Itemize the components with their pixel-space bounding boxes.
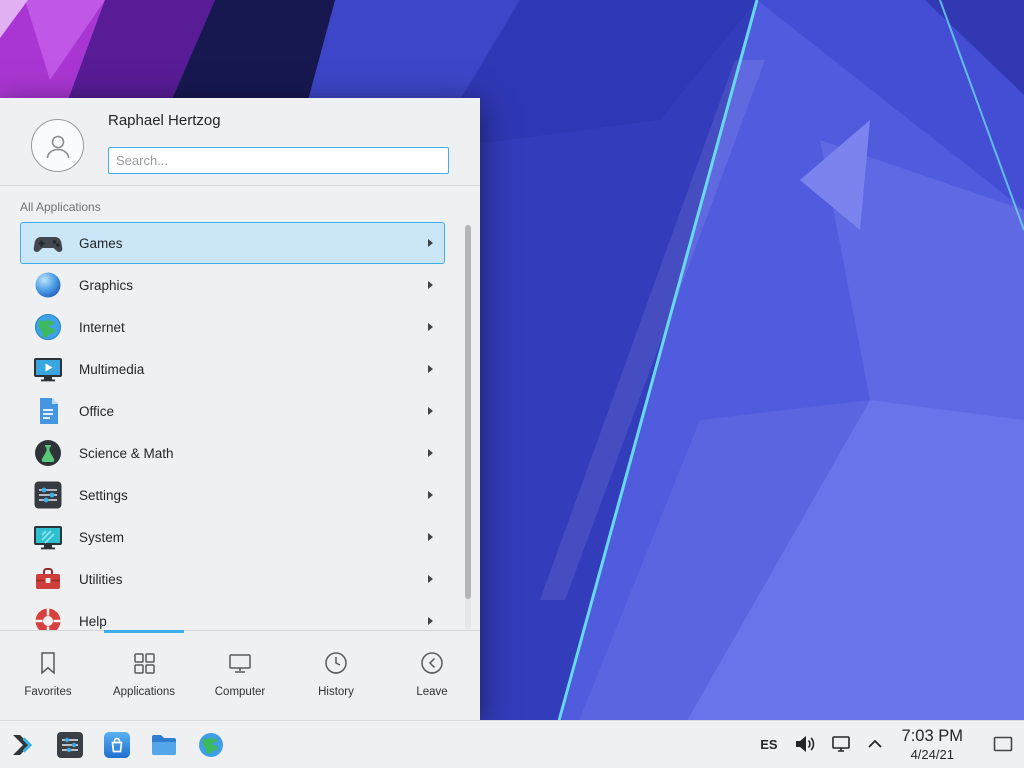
taskbar: ES 7:03 PM 4/24/21: [0, 720, 1024, 768]
sphere-icon: [32, 269, 64, 301]
digital-clock[interactable]: 7:03 PM 4/24/21: [902, 727, 963, 762]
media-screen-icon: [32, 353, 64, 385]
taskbar-left: [6, 728, 228, 762]
flask-icon: [32, 437, 64, 469]
category-multimedia[interactable]: Multimedia: [20, 348, 445, 390]
category-label: Internet: [79, 320, 125, 335]
tab-computer[interactable]: Computer: [192, 631, 288, 720]
clock-time: 7:03 PM: [902, 727, 963, 746]
clock-date: 4/24/21: [902, 747, 963, 762]
user-icon: [43, 131, 73, 161]
application-launcher-menu: Raphael Hertzog All Applications Games G…: [0, 98, 480, 720]
toolbox-icon: [32, 563, 64, 595]
tab-history[interactable]: History: [288, 631, 384, 720]
tab-favorites[interactable]: Favorites: [0, 631, 96, 720]
category-list: Games Graphics Internet: [20, 222, 445, 630]
category-office[interactable]: Office: [20, 390, 445, 432]
tab-label: History: [318, 686, 354, 698]
desktop: Raphael Hertzog All Applications Games G…: [0, 0, 1024, 768]
bookmark-icon: [34, 647, 62, 679]
keyboard-layout-indicator[interactable]: ES: [760, 737, 777, 752]
grid-icon: [130, 647, 158, 679]
logout-icon: [418, 647, 446, 679]
scrollbar-track[interactable]: [465, 225, 471, 629]
category-label: Office: [79, 404, 114, 419]
gamepad-icon: [32, 227, 64, 259]
chevron-right-icon: [427, 490, 434, 500]
chevron-right-icon: [427, 532, 434, 542]
category-internet[interactable]: Internet: [20, 306, 445, 348]
monitor-icon: [226, 647, 254, 679]
network-icon[interactable]: [830, 733, 852, 755]
category-label: Utilities: [79, 572, 123, 587]
expand-tray-icon[interactable]: [867, 739, 883, 749]
chevron-right-icon: [427, 616, 434, 626]
tweaks-icon[interactable]: [53, 728, 87, 762]
document-icon: [32, 395, 64, 427]
category-games[interactable]: Games: [20, 222, 445, 264]
category-label: Settings: [79, 488, 128, 503]
clock-icon: [322, 647, 350, 679]
file-manager-icon[interactable]: [147, 728, 181, 762]
category-utilities[interactable]: Utilities: [20, 558, 445, 600]
chevron-right-icon: [427, 406, 434, 416]
globe-icon: [32, 311, 64, 343]
discover-icon[interactable]: [100, 728, 134, 762]
category-science-math[interactable]: Science & Math: [20, 432, 445, 474]
kde-launcher-icon[interactable]: [6, 728, 40, 762]
tab-applications[interactable]: Applications: [96, 631, 192, 720]
section-label: All Applications: [20, 200, 101, 214]
chevron-right-icon: [427, 280, 434, 290]
category-label: Graphics: [79, 278, 133, 293]
volume-icon[interactable]: [793, 733, 815, 755]
category-settings[interactable]: Settings: [20, 474, 445, 516]
category-label: Science & Math: [79, 446, 174, 461]
lifebuoy-icon: [32, 605, 64, 630]
chevron-right-icon: [427, 574, 434, 584]
scrollbar-thumb[interactable]: [465, 225, 471, 599]
tab-label: Favorites: [24, 686, 71, 698]
user-avatar[interactable]: [31, 119, 84, 172]
chevron-right-icon: [427, 448, 434, 458]
category-graphics[interactable]: Graphics: [20, 264, 445, 306]
chevron-right-icon: [427, 364, 434, 374]
category-help[interactable]: Help: [20, 600, 445, 630]
show-desktop-button[interactable]: [990, 727, 1016, 761]
launcher-tab-bar: Favorites Applications Computer History: [0, 630, 480, 720]
category-system[interactable]: System: [20, 516, 445, 558]
category-label: Multimedia: [79, 362, 144, 377]
launcher-header: Raphael Hertzog: [0, 98, 480, 186]
sliders-icon: [32, 479, 64, 511]
search-input[interactable]: [108, 147, 449, 174]
tab-label: Computer: [215, 686, 266, 698]
tab-label: Applications: [113, 686, 175, 698]
chevron-right-icon: [427, 322, 434, 332]
category-label: Games: [79, 236, 123, 251]
tab-label: Leave: [416, 686, 447, 698]
system-monitor-icon: [32, 521, 64, 553]
browser-icon[interactable]: [194, 728, 228, 762]
user-name: Raphael Hertzog: [108, 112, 221, 129]
category-label: System: [79, 530, 124, 545]
category-label: Help: [79, 614, 107, 629]
tab-leave[interactable]: Leave: [384, 631, 480, 720]
system-tray: ES 7:03 PM 4/24/21: [760, 727, 1016, 762]
chevron-right-icon: [427, 238, 434, 248]
